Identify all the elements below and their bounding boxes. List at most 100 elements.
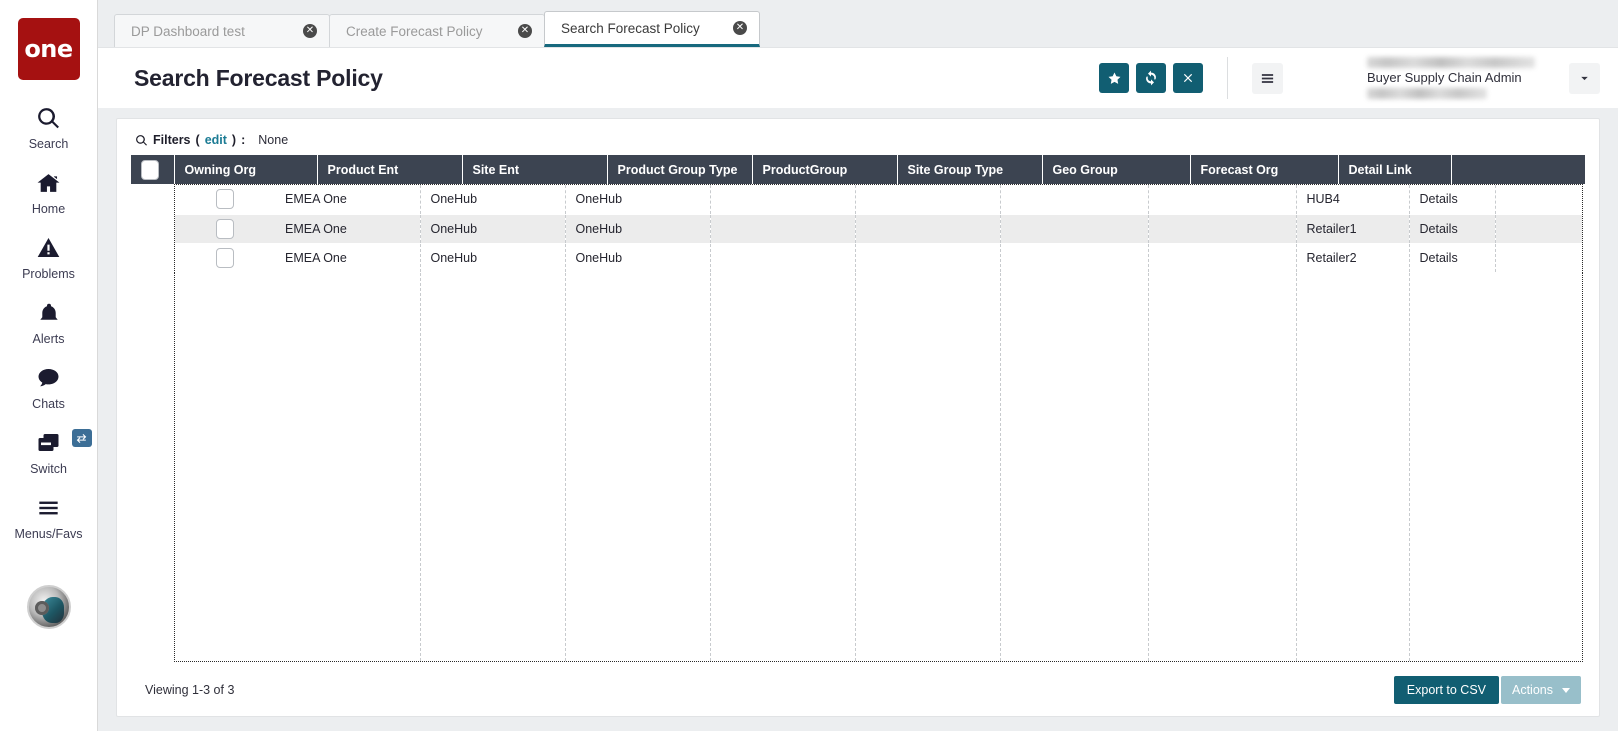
switch-toggle-badge[interactable] xyxy=(72,429,92,447)
table-rows-frame: EMEA One OneHub OneHub HUB4 Details xyxy=(174,184,1583,273)
filters-label: Filters xyxy=(153,133,191,147)
col-site-ent[interactable]: Site Ent xyxy=(462,155,607,184)
sidebar-item-alerts[interactable]: Alerts xyxy=(0,297,98,346)
cell-site-group-type xyxy=(1000,214,1148,243)
user-info-block[interactable]: Buyer Supply Chain Admin xyxy=(1367,57,1600,99)
cell-filler xyxy=(1496,214,1583,243)
user-org-redacted xyxy=(1367,88,1487,99)
cell-forecast-org: Retailer2 xyxy=(1296,243,1409,272)
viewing-count: Viewing 1-3 of 3 xyxy=(145,683,234,697)
main-region: DP Dashboard test ✕ Create Forecast Poli… xyxy=(98,0,1618,731)
sidebar-item-search[interactable]: Search xyxy=(0,102,98,151)
table-row[interactable]: EMEA One OneHub OneHub Retailer1 Details xyxy=(175,214,1582,243)
cell-geo-group xyxy=(1148,214,1296,243)
close-x-icon xyxy=(1181,71,1195,85)
cell-productgroup xyxy=(855,185,1000,214)
grid-guide-line xyxy=(710,273,711,662)
col-productgroup[interactable]: ProductGroup xyxy=(752,155,897,184)
cell-site-ent: OneHub xyxy=(565,243,710,272)
cell-productgroup xyxy=(855,243,1000,272)
header-action-buttons xyxy=(1099,63,1203,93)
col-product-group-type[interactable]: Product Group Type xyxy=(607,155,752,184)
cell-site-ent: OneHub xyxy=(565,214,710,243)
user-avatar[interactable] xyxy=(27,585,71,629)
sidebar-label-switch: Switch xyxy=(30,462,67,476)
close-button[interactable] xyxy=(1173,63,1203,93)
results-card: Filters (edit): None xyxy=(116,118,1600,717)
tab-label: Create Forecast Policy xyxy=(346,24,483,39)
tab-label: Search Forecast Policy xyxy=(561,21,700,36)
row-select-checkbox[interactable] xyxy=(216,189,234,209)
refresh-button[interactable] xyxy=(1136,63,1166,93)
cell-product-ent: OneHub xyxy=(420,185,565,214)
grid-guide-line xyxy=(1296,273,1297,662)
table-row[interactable]: EMEA One OneHub OneHub Retailer2 Details xyxy=(175,243,1582,272)
actions-label: Actions xyxy=(1512,683,1553,697)
filters-bar: Filters (edit): None xyxy=(131,131,1585,155)
cell-site-group-type xyxy=(1000,243,1148,272)
cell-forecast-org: HUB4 xyxy=(1296,185,1409,214)
col-site-group-type[interactable]: Site Group Type xyxy=(897,155,1042,184)
row-select-cell[interactable] xyxy=(175,185,275,214)
table-empty-area xyxy=(174,273,1583,663)
one-network-logo[interactable]: one xyxy=(18,18,80,80)
user-role-label: Buyer Supply Chain Admin xyxy=(1367,70,1522,85)
cell-product-group-type xyxy=(710,185,855,214)
row-select-cell[interactable] xyxy=(175,243,275,272)
cell-product-group-type xyxy=(710,243,855,272)
sidebar-item-menus-favs[interactable]: Menus/Favs xyxy=(0,492,98,541)
row-select-cell[interactable] xyxy=(175,214,275,243)
tab-close-icon[interactable]: ✕ xyxy=(303,24,317,38)
app-root: one Search Home Problems Alerts xyxy=(0,0,1618,731)
cell-filler xyxy=(1496,185,1583,214)
table-row[interactable]: EMEA One OneHub OneHub HUB4 Details xyxy=(175,185,1582,214)
sidebar-item-home[interactable]: Home xyxy=(0,167,98,216)
cell-detail-link[interactable]: Details xyxy=(1409,214,1496,243)
row-select-checkbox[interactable] xyxy=(216,248,234,268)
cell-detail-link[interactable]: Details xyxy=(1409,185,1496,214)
user-menu-toggle[interactable] xyxy=(1569,63,1600,94)
col-owning-org[interactable]: Owning Org xyxy=(174,155,317,184)
cell-geo-group xyxy=(1148,243,1296,272)
chevron-down-icon xyxy=(1562,688,1570,693)
filters-paren-open: ( xyxy=(196,133,200,147)
page-header: Search Forecast Policy xyxy=(98,47,1618,108)
warning-triangle-icon xyxy=(36,232,61,264)
table-header-row: Owning Org Product Ent Site Ent Product … xyxy=(131,155,1585,184)
tab-close-icon[interactable]: ✕ xyxy=(518,24,532,38)
tab-close-icon[interactable]: ✕ xyxy=(733,21,747,35)
results-table-region: Owning Org Product Ent Site Ent Product … xyxy=(131,155,1585,662)
sidebar-item-chats[interactable]: Chats xyxy=(0,362,98,411)
star-icon xyxy=(1107,71,1122,86)
bell-icon xyxy=(37,297,61,329)
col-detail-link[interactable]: Detail Link xyxy=(1338,155,1451,184)
footer-buttons: Export to CSV Actions xyxy=(1394,676,1581,704)
col-forecast-org[interactable]: Forecast Org xyxy=(1190,155,1338,184)
left-nav-rail: one Search Home Problems Alerts xyxy=(0,0,98,731)
search-icon xyxy=(135,134,148,147)
user-lines: Buyer Supply Chain Admin xyxy=(1367,57,1535,99)
tab-search-forecast-policy[interactable]: Search Forecast Policy ✕ xyxy=(544,11,760,47)
cell-product-ent: OneHub xyxy=(420,243,565,272)
sidebar-item-switch[interactable]: Switch xyxy=(0,427,98,476)
sidebar-label-alerts: Alerts xyxy=(33,332,65,346)
filters-value: None xyxy=(258,133,288,147)
row-select-checkbox[interactable] xyxy=(216,219,234,239)
sidebar-label-home: Home xyxy=(32,202,65,216)
sidebar-item-problems[interactable]: Problems xyxy=(0,232,98,281)
favorite-button[interactable] xyxy=(1099,63,1129,93)
actions-button[interactable]: Actions xyxy=(1501,676,1581,704)
col-product-ent[interactable]: Product Ent xyxy=(317,155,462,184)
cell-owning-org: EMEA One xyxy=(275,214,420,243)
col-geo-group[interactable]: Geo Group xyxy=(1042,155,1190,184)
cell-detail-link[interactable]: Details xyxy=(1409,243,1496,272)
filters-edit-link[interactable]: edit xyxy=(205,133,227,147)
select-all-header[interactable] xyxy=(131,155,174,184)
select-all-checkbox[interactable] xyxy=(141,160,159,180)
tab-dp-dashboard-test[interactable]: DP Dashboard test ✕ xyxy=(114,14,330,47)
export-to-csv-button[interactable]: Export to CSV xyxy=(1394,676,1499,704)
cell-site-ent: OneHub xyxy=(565,185,710,214)
tab-create-forecast-policy[interactable]: Create Forecast Policy ✕ xyxy=(329,14,545,47)
page-menu-button[interactable] xyxy=(1252,63,1283,94)
cell-product-ent: OneHub xyxy=(420,214,565,243)
